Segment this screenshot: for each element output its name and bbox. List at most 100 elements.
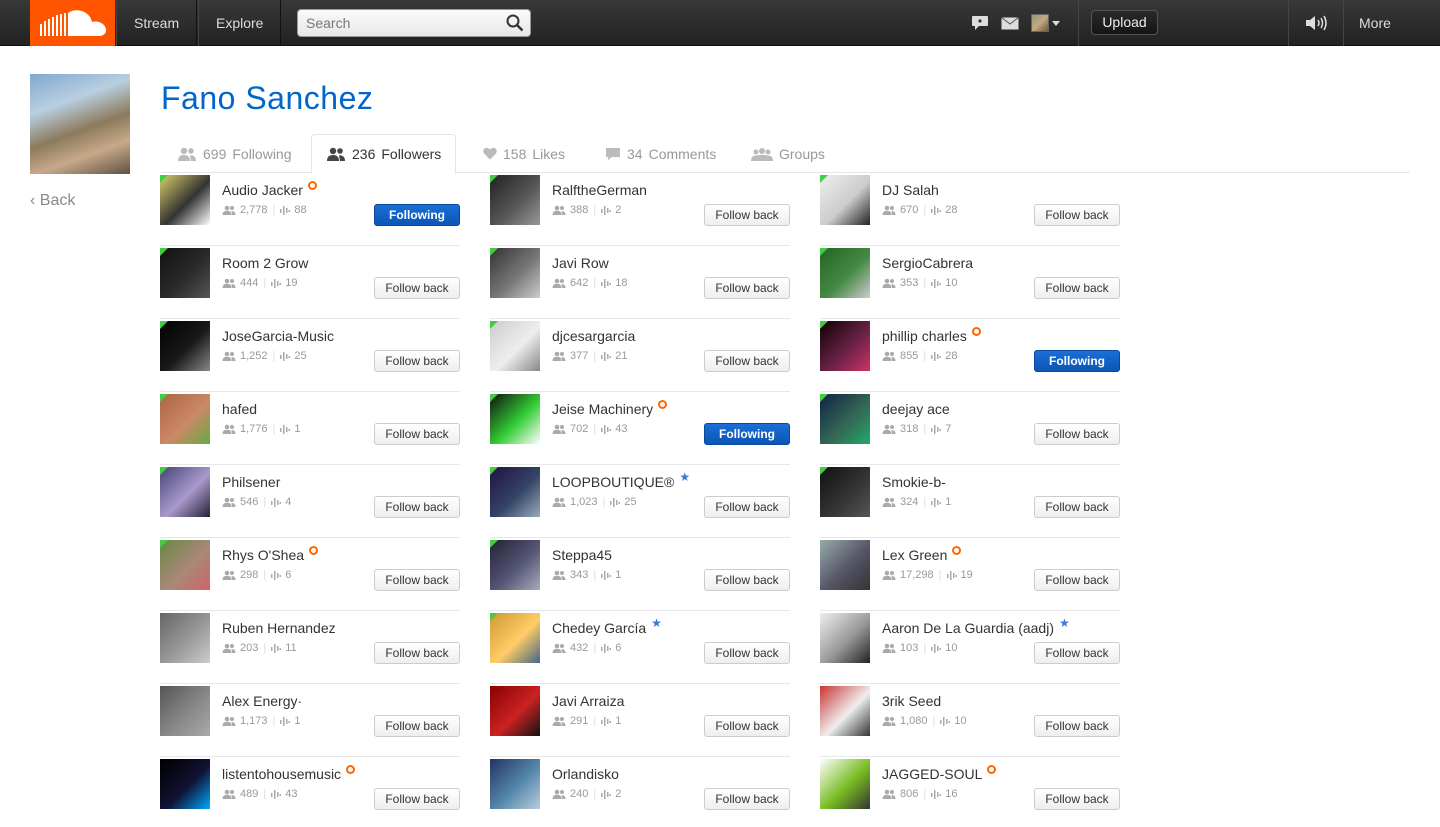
follower-name[interactable]: SergioCabrera bbox=[882, 255, 973, 271]
follower-name[interactable]: Audio Jacker bbox=[222, 181, 317, 198]
follow-back-button[interactable]: Follow back bbox=[374, 569, 460, 591]
follow-back-button[interactable]: Follow back bbox=[704, 277, 790, 299]
follow-back-button[interactable]: Follow back bbox=[704, 204, 790, 226]
search-icon[interactable] bbox=[506, 14, 524, 32]
follower-avatar[interactable] bbox=[820, 467, 870, 517]
follower-name[interactable]: listentohousemusic bbox=[222, 765, 356, 782]
follow-back-button[interactable]: Follow back bbox=[374, 788, 460, 810]
follower-avatar[interactable] bbox=[820, 394, 870, 444]
soundcloud-logo[interactable] bbox=[30, 0, 115, 46]
follower-avatar[interactable] bbox=[490, 467, 540, 517]
follower-avatar[interactable] bbox=[490, 248, 540, 298]
profile-avatar[interactable] bbox=[30, 74, 130, 174]
follow-back-button[interactable]: Follow back bbox=[374, 642, 460, 664]
follower-avatar[interactable] bbox=[490, 540, 540, 590]
follower-avatar[interactable] bbox=[820, 613, 870, 663]
follower-avatar[interactable] bbox=[160, 540, 210, 590]
follower-avatar[interactable] bbox=[490, 613, 540, 663]
follow-back-button[interactable]: Follow back bbox=[374, 423, 460, 445]
follower-avatar[interactable] bbox=[160, 394, 210, 444]
follow-back-button[interactable]: Follow back bbox=[704, 788, 790, 810]
follower-name[interactable]: Smokie-b- bbox=[882, 474, 946, 490]
follower-avatar[interactable] bbox=[490, 394, 540, 444]
follower-name[interactable]: Jeise Machinery bbox=[552, 400, 668, 417]
tab-likes[interactable]: 158 Likes bbox=[483, 134, 565, 173]
follow-back-button[interactable]: Follow back bbox=[1034, 496, 1120, 518]
follower-avatar[interactable] bbox=[160, 467, 210, 517]
follower-avatar[interactable] bbox=[490, 686, 540, 736]
follower-name[interactable]: hafed bbox=[222, 401, 257, 417]
follower-avatar[interactable] bbox=[490, 321, 540, 371]
follower-name[interactable]: Alex Energy· bbox=[222, 693, 302, 709]
follower-name[interactable]: djcesargarcia bbox=[552, 328, 635, 344]
mail-icon[interactable] bbox=[1000, 13, 1020, 33]
back-link[interactable]: ‹ Back bbox=[30, 192, 75, 210]
search-input[interactable] bbox=[298, 10, 498, 36]
more-menu[interactable]: More bbox=[1343, 0, 1406, 46]
follower-name[interactable]: Rhys O'Shea bbox=[222, 546, 319, 563]
nav-stream[interactable]: Stream bbox=[116, 0, 198, 46]
follower-avatar[interactable] bbox=[820, 175, 870, 225]
follower-name[interactable]: Lex Green bbox=[882, 546, 962, 563]
follower-avatar[interactable] bbox=[820, 540, 870, 590]
follow-back-button[interactable]: Follow back bbox=[374, 715, 460, 737]
follow-back-button[interactable]: Follow back bbox=[1034, 277, 1120, 299]
follower-name[interactable]: deejay ace bbox=[882, 401, 950, 417]
follower-avatar[interactable] bbox=[820, 759, 870, 809]
follow-back-button[interactable]: Follow back bbox=[704, 350, 790, 372]
follower-name[interactable]: RalftheGerman bbox=[552, 182, 647, 198]
follower-avatar[interactable] bbox=[820, 248, 870, 298]
follower-name[interactable]: JoseGarcia-Music bbox=[222, 328, 334, 344]
tab-followers[interactable]: 236 Followers bbox=[311, 134, 457, 174]
following-button[interactable]: Following bbox=[1034, 350, 1120, 372]
follow-back-button[interactable]: Follow back bbox=[1034, 569, 1120, 591]
follow-back-button[interactable]: Follow back bbox=[704, 496, 790, 518]
tab-following[interactable]: 699 Following bbox=[177, 134, 292, 173]
tab-groups[interactable]: Groups bbox=[751, 134, 825, 173]
follower-name[interactable]: Ruben Hernandez bbox=[222, 620, 336, 636]
follower-name[interactable]: 3rik Seed bbox=[882, 693, 941, 709]
follower-name[interactable]: JAGGED-SOUL bbox=[882, 765, 997, 782]
follower-name[interactable]: Orlandisko bbox=[552, 766, 619, 782]
follow-back-button[interactable]: Follow back bbox=[1034, 788, 1120, 810]
following-button[interactable]: Following bbox=[374, 204, 460, 226]
follower-avatar[interactable] bbox=[160, 321, 210, 371]
follow-back-button[interactable]: Follow back bbox=[374, 496, 460, 518]
follow-back-button[interactable]: Follow back bbox=[374, 277, 460, 299]
follow-back-button[interactable]: Follow back bbox=[1034, 642, 1120, 664]
nav-explore[interactable]: Explore bbox=[198, 0, 282, 46]
follow-back-button[interactable]: Follow back bbox=[1034, 204, 1120, 226]
follower-avatar[interactable] bbox=[160, 175, 210, 225]
tab-comments[interactable]: 34 Comments bbox=[605, 134, 716, 173]
follow-back-button[interactable]: Follow back bbox=[704, 715, 790, 737]
follower-avatar[interactable] bbox=[820, 686, 870, 736]
follower-name[interactable]: DJ Salah bbox=[882, 182, 939, 198]
follower-avatar[interactable] bbox=[160, 248, 210, 298]
messages-icon[interactable] bbox=[970, 13, 990, 33]
follower-name[interactable]: Aaron De La Guardia (aadj) ★ bbox=[882, 616, 1070, 636]
follower-avatar[interactable] bbox=[820, 321, 870, 371]
following-button[interactable]: Following bbox=[704, 423, 790, 445]
user-menu-avatar[interactable] bbox=[1030, 13, 1060, 33]
follow-back-button[interactable]: Follow back bbox=[704, 569, 790, 591]
follow-back-button[interactable]: Follow back bbox=[704, 642, 790, 664]
follower-name[interactable]: Philsener bbox=[222, 474, 280, 490]
upload-button[interactable]: Upload bbox=[1091, 10, 1158, 35]
follow-back-button[interactable]: Follow back bbox=[374, 350, 460, 372]
follower-avatar[interactable] bbox=[160, 613, 210, 663]
follower-name[interactable]: Chedey García ★ bbox=[552, 616, 662, 636]
follow-back-button[interactable]: Follow back bbox=[1034, 423, 1120, 445]
follower-name[interactable]: Steppa45 bbox=[552, 547, 612, 563]
follower-avatar[interactable] bbox=[160, 686, 210, 736]
follower-name[interactable]: LOOPBOUTIQUE® ★ bbox=[552, 470, 690, 490]
follower-name[interactable]: phillip charles bbox=[882, 327, 981, 344]
follower-avatar[interactable] bbox=[490, 175, 540, 225]
follower-avatar[interactable] bbox=[160, 759, 210, 809]
profile-name[interactable]: Fano Sanchez bbox=[161, 80, 373, 117]
follow-back-button[interactable]: Follow back bbox=[1034, 715, 1120, 737]
volume-icon[interactable] bbox=[1302, 13, 1332, 33]
follower-name[interactable]: Room 2 Grow bbox=[222, 255, 308, 271]
follower-name[interactable]: Javi Row bbox=[552, 255, 609, 271]
follower-name[interactable]: Javi Arraiza bbox=[552, 693, 624, 709]
follower-avatar[interactable] bbox=[490, 759, 540, 809]
